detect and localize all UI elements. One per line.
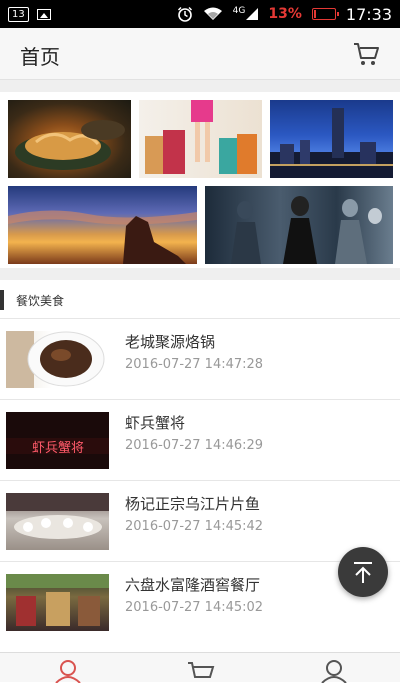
banner-grid (0, 92, 400, 268)
divider (0, 80, 400, 92)
sign-text: 虾兵蟹将 (32, 441, 84, 456)
battery-fill (313, 10, 316, 18)
item-time: 2016-07-27 14:45:42 (125, 519, 264, 534)
home-user-icon[interactable] (48, 659, 88, 683)
profile-icon[interactable] (314, 659, 354, 683)
status-bar: 13 4G 13% 17:33 (0, 0, 400, 28)
item-title: 老城聚源烙锅 (125, 333, 216, 351)
cart-nav-icon[interactable] (180, 659, 220, 683)
scroll-top-button[interactable] (338, 547, 388, 597)
clock: 17:33 (345, 4, 392, 24)
wifi-icon (203, 7, 222, 20)
thumbnail (6, 493, 109, 550)
item-title: 六盘水富隆酒窖餐厅 (125, 576, 261, 594)
item-time: 2016-07-27 14:45:02 (125, 600, 264, 615)
battery-percent: 13% (268, 6, 302, 22)
section-heading: 餐饮美食 (0, 290, 64, 310)
cart-icon[interactable] (352, 41, 380, 67)
signal-icon: 4G (232, 6, 259, 20)
list-item[interactable]: 老城聚源烙锅 2016-07-27 14:47:28 (0, 318, 400, 399)
item-time: 2016-07-27 14:47:28 (125, 357, 264, 372)
divider (0, 268, 400, 280)
app-header: 首页 (0, 28, 400, 80)
gallery-notification-icon (36, 8, 51, 20)
section-marker (0, 290, 4, 310)
thumbnail (6, 331, 109, 388)
thumbnail: 虾兵蟹将 (6, 412, 109, 469)
alarm-icon (177, 6, 192, 22)
item-time: 2016-07-27 14:46:29 (125, 438, 264, 453)
sim-badge: 13 (8, 6, 29, 22)
page-title: 首页 (20, 45, 60, 69)
battery-icon (311, 8, 339, 20)
banner-tile-heroes[interactable] (205, 186, 393, 264)
arrow-up-icon (354, 562, 372, 583)
bottom-nav (0, 652, 400, 683)
thumbnail (6, 574, 109, 631)
banner-tile-city[interactable] (270, 100, 393, 178)
section-title: 餐饮美食 (16, 293, 65, 308)
item-title: 杨记正宗乌江片片鱼 (125, 495, 261, 513)
banner-tile-sunset[interactable] (8, 186, 197, 264)
list-item[interactable]: 虾兵蟹将 虾兵蟹将 2016-07-27 14:46:29 (0, 399, 400, 480)
banner-tile-shopping[interactable] (139, 100, 262, 178)
network-type: 4G (232, 6, 246, 16)
banner-tile-food[interactable] (8, 100, 131, 178)
item-title: 虾兵蟹将 (125, 414, 186, 432)
